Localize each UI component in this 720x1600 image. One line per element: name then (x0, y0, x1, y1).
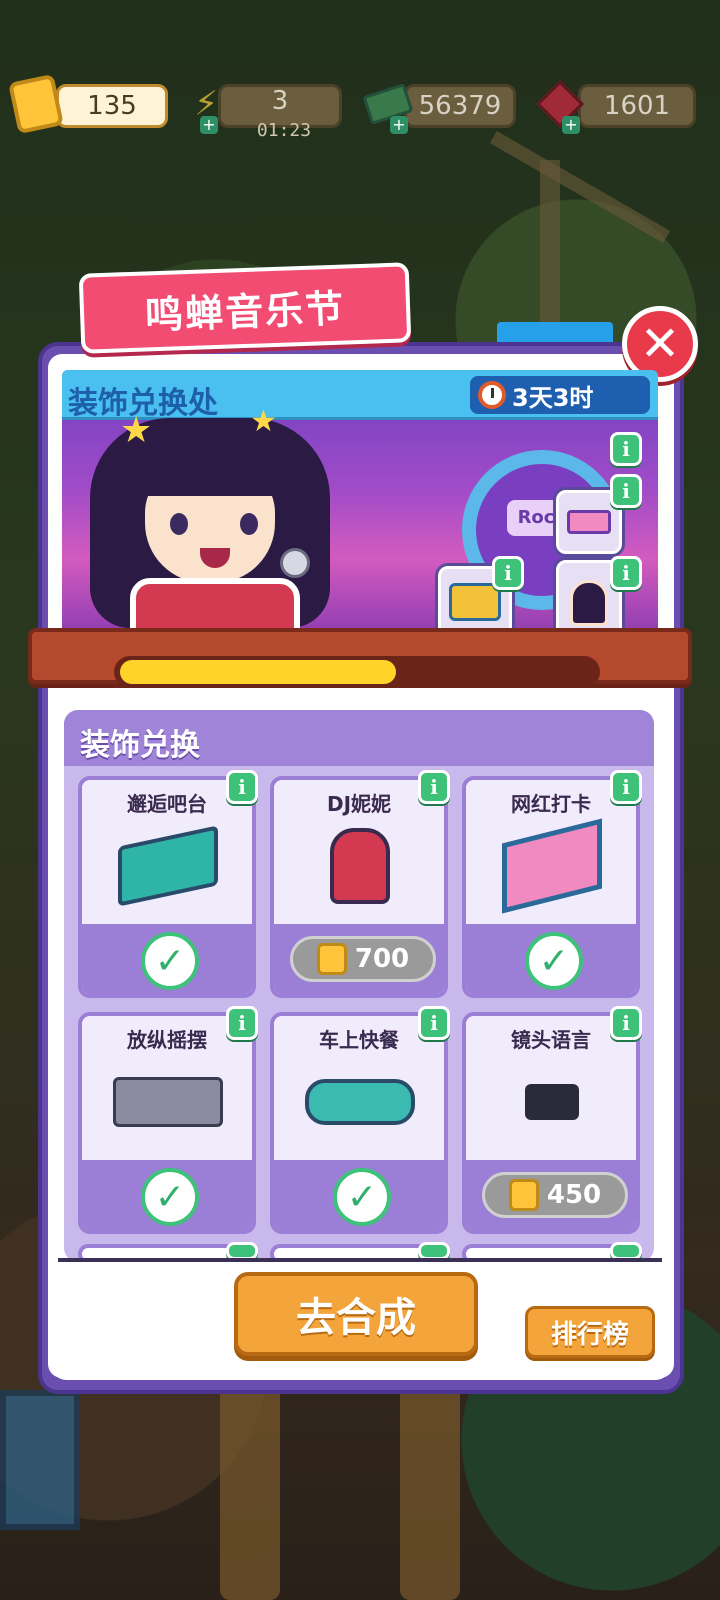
event-timer: 3天3时 (470, 376, 650, 414)
go-synthesize-button[interactable]: 去合成 (234, 1272, 478, 1356)
cash-counter[interactable]: 56379 (404, 84, 516, 128)
singer-eye-left (170, 513, 188, 535)
energy-plus-icon[interactable]: + (200, 116, 218, 134)
microphone-icon (280, 548, 310, 578)
info-icon[interactable]: i (610, 432, 642, 466)
energy-count: 3 (271, 86, 289, 116)
title-tab-accent (497, 322, 613, 342)
star-icon: ★ (120, 410, 153, 451)
ticket-counter[interactable]: 135 (56, 84, 168, 128)
price-button[interactable]: 700 (290, 936, 436, 982)
singer-character (60, 408, 350, 638)
singer-eye-right (240, 513, 258, 535)
gem-counter[interactable]: 1601 (578, 84, 696, 128)
clock-icon (478, 381, 506, 409)
photo-booth-icon (496, 816, 608, 916)
background-pillar-left (220, 1370, 280, 1600)
event-time-left: 3天3时 (512, 383, 594, 412)
info-icon[interactable]: i (492, 556, 524, 590)
gem-plus-icon[interactable]: + (562, 116, 580, 134)
info-icon[interactable]: i (226, 1006, 258, 1040)
cash-plus-icon[interactable]: + (390, 116, 408, 134)
item-price: 700 (354, 944, 410, 974)
owned-check-icon: ✓ (333, 1168, 391, 1226)
gem-count: 1601 (603, 91, 671, 121)
energy-timer: 01:23 (256, 120, 312, 141)
owned-check-icon: ✓ (525, 932, 583, 990)
star-icon: ★ (250, 404, 277, 439)
item-card[interactable]: 车上快餐 ✓ (270, 1012, 448, 1234)
item-card[interactable]: 邂逅吧台 ✓ (78, 776, 256, 998)
exchange-section-title: 装饰兑换 (80, 728, 200, 763)
cash-count: 56379 (418, 91, 502, 121)
ticket-icon (508, 1179, 539, 1211)
item-card[interactable]: 镜头语言 450 (462, 1012, 640, 1234)
info-icon[interactable]: i (610, 474, 642, 508)
bar-counter-icon (112, 816, 224, 916)
ticket-icon (316, 943, 347, 975)
car-icon (304, 1052, 416, 1152)
camera-icon (496, 1052, 608, 1152)
info-icon[interactable]: i (610, 556, 642, 590)
info-icon[interactable]: i (418, 1006, 450, 1040)
item-price: 450 (546, 1180, 602, 1210)
singer-bangs (140, 444, 280, 496)
background-poster (0, 1390, 80, 1530)
info-icon[interactable]: i (418, 770, 450, 804)
progress-fill (120, 660, 396, 684)
owned-check-icon: ✓ (141, 1168, 199, 1226)
item-card[interactable]: 网红打卡 ✓ (462, 776, 640, 998)
ticket-icon (8, 73, 64, 135)
background-pillar-right (400, 1370, 460, 1600)
ticket-count: 135 (87, 91, 137, 121)
item-card[interactable]: 放纵摇摆 ✓ (78, 1012, 256, 1234)
info-icon[interactable]: i (226, 770, 258, 804)
item-card[interactable]: DJ妮妮 700 (270, 776, 448, 998)
info-icon[interactable]: i (610, 770, 642, 804)
close-icon: ✕ (639, 316, 681, 372)
owned-check-icon: ✓ (141, 932, 199, 990)
leaderboard-button[interactable]: 排行榜 (525, 1306, 655, 1358)
event-title: 鸣蝉音乐节 (78, 262, 412, 354)
info-icon[interactable]: i (610, 1006, 642, 1040)
crowd-icon (112, 1052, 224, 1152)
price-button[interactable]: 450 (482, 1172, 628, 1218)
dj-icon (304, 816, 416, 916)
